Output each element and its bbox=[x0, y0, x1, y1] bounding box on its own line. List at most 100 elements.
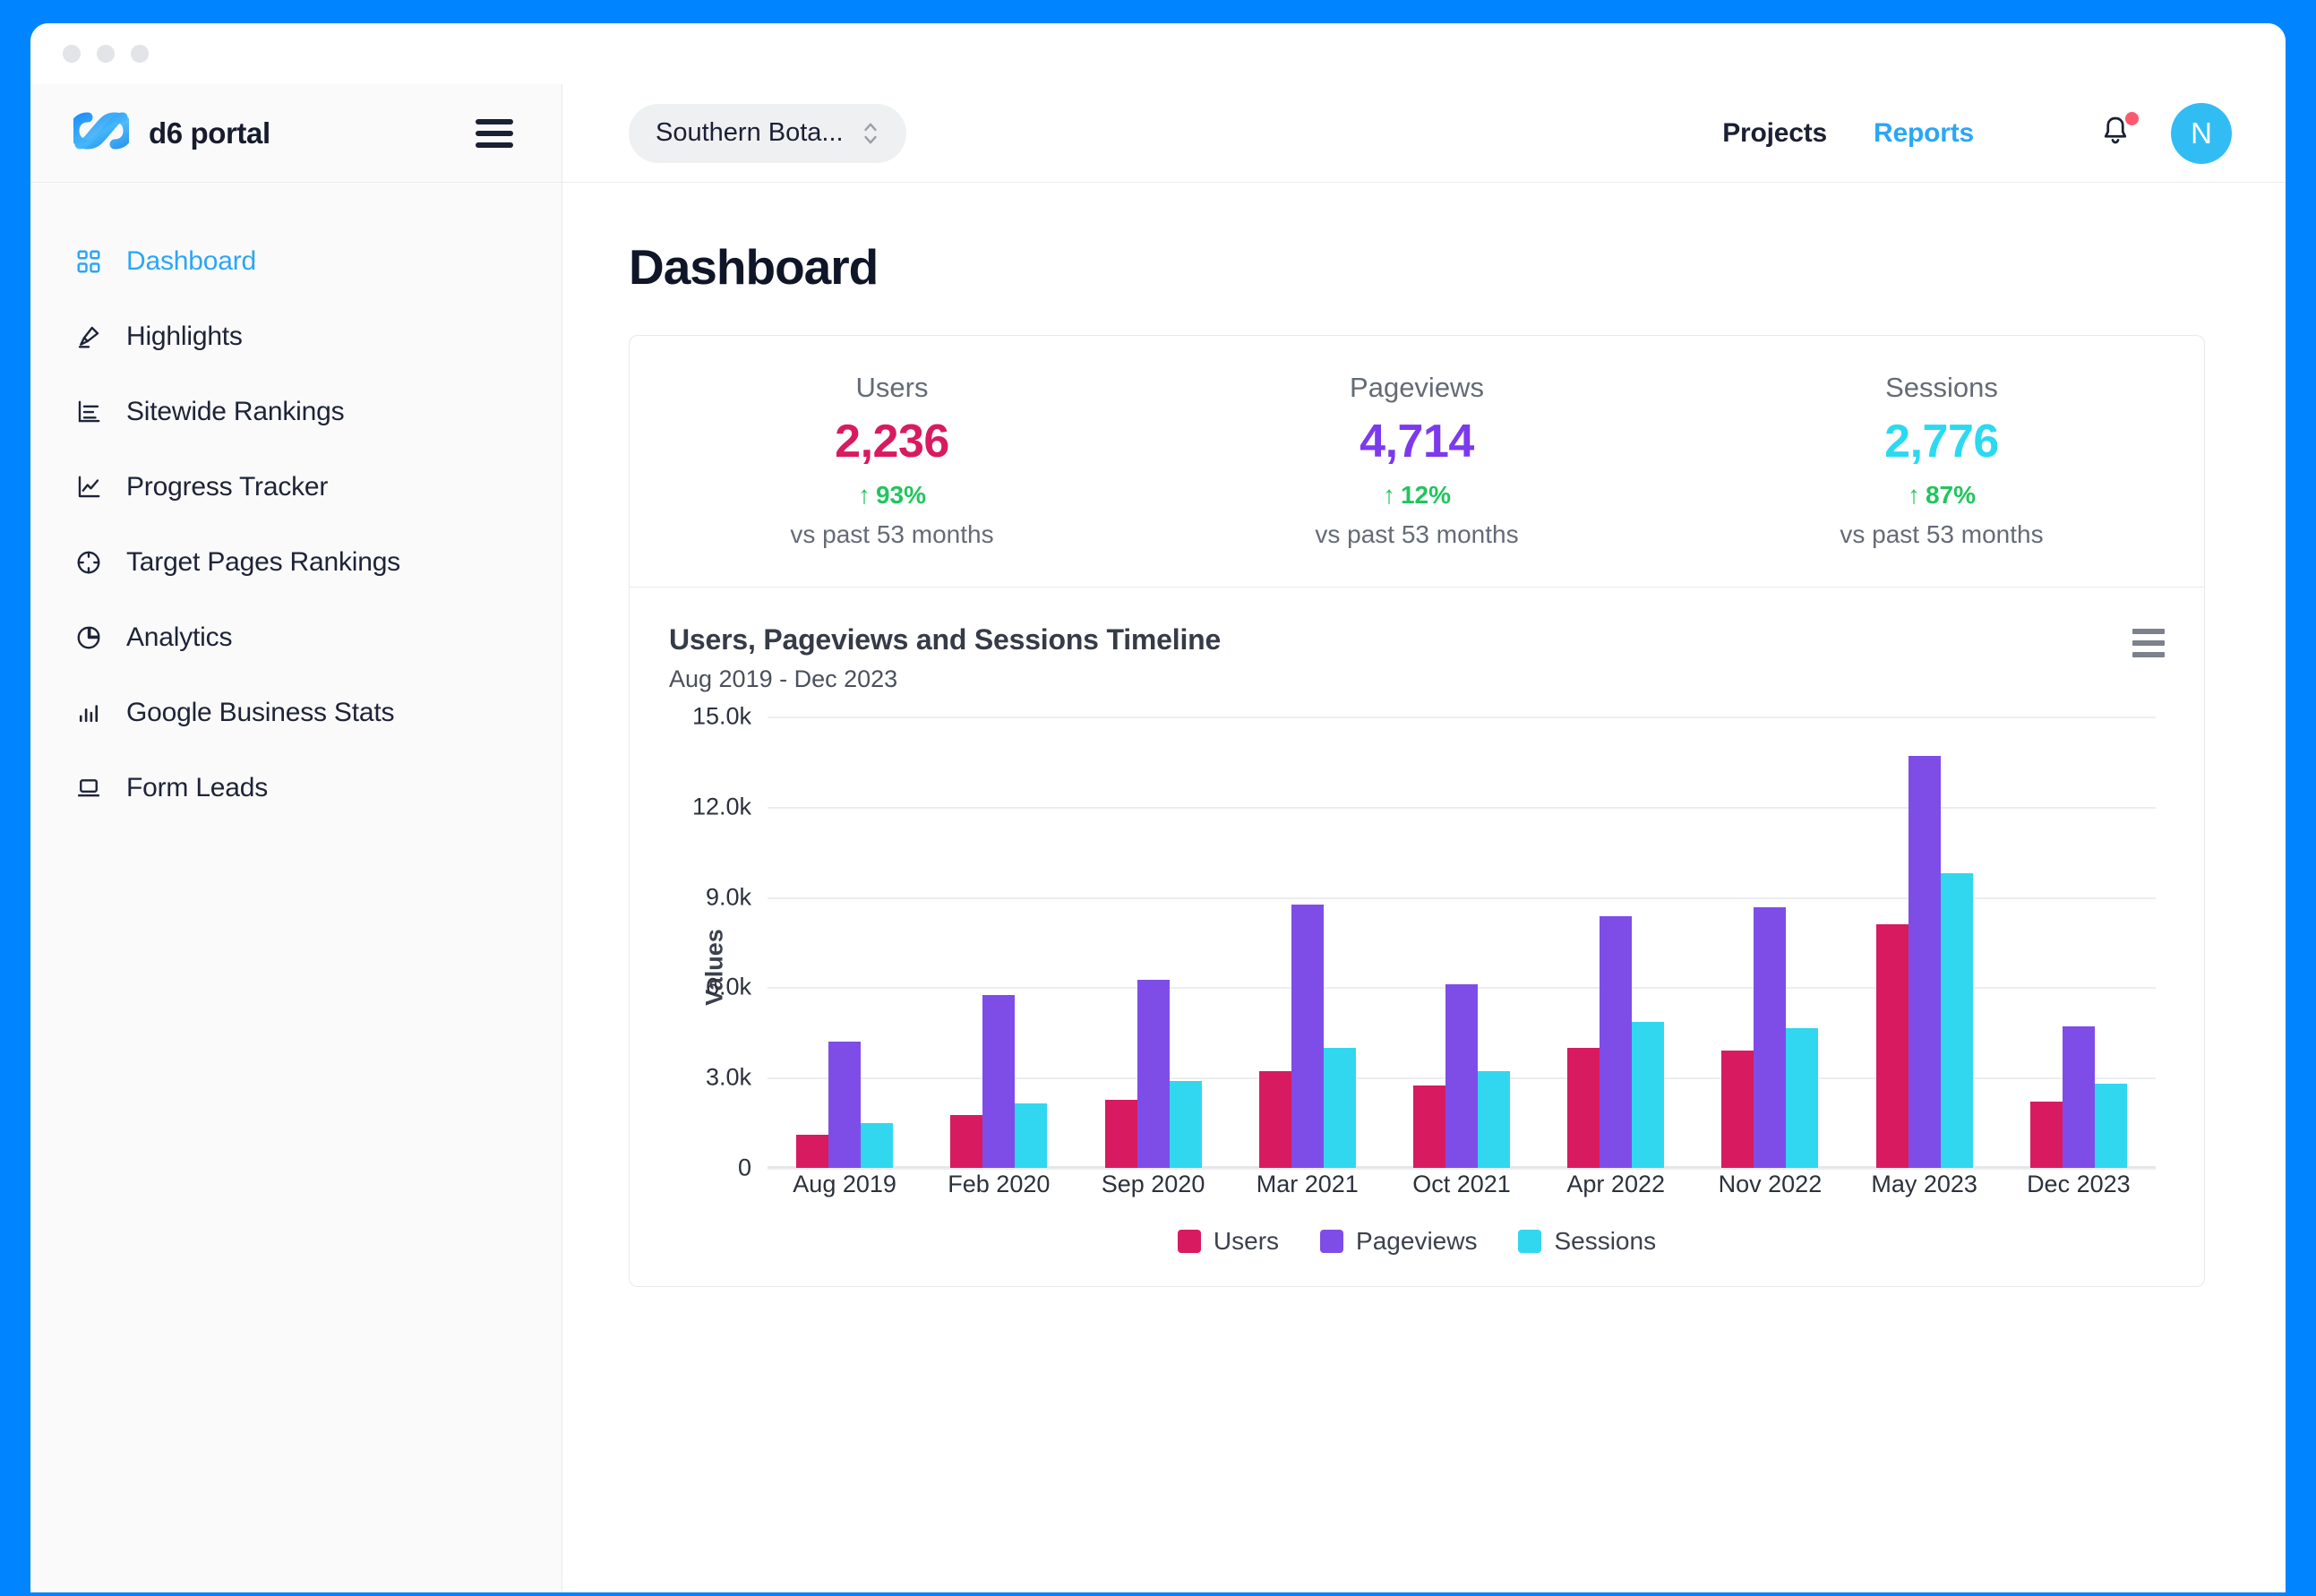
avatar[interactable]: N bbox=[2171, 102, 2232, 164]
bar-chart-icon bbox=[73, 698, 104, 728]
sidebar-item-progress-tracker[interactable]: Progress Tracker bbox=[30, 450, 562, 525]
chart-bar[interactable] bbox=[1412, 1085, 1445, 1168]
sidebar-nav: Dashboard Highlights Sitewide Rankings P… bbox=[30, 183, 562, 826]
chart-y-tick-label: 6.0k bbox=[705, 973, 751, 1000]
sidebar-item-label: Target Pages Rankings bbox=[126, 547, 400, 577]
chart-x-tick-label: Sep 2020 bbox=[1101, 1171, 1205, 1197]
sidebar-item-dashboard[interactable]: Dashboard bbox=[30, 224, 562, 299]
chart-header: Users, Pageviews and Sessions Timeline A… bbox=[669, 623, 2165, 693]
sidebar-item-label: Form Leads bbox=[126, 773, 269, 802]
sidebar-item-google-business-stats[interactable]: Google Business Stats bbox=[30, 675, 562, 751]
window-close-dot[interactable] bbox=[63, 45, 81, 63]
chart-bar[interactable] bbox=[1477, 1071, 1510, 1168]
chart-bar[interactable] bbox=[950, 1115, 983, 1168]
chart-bar[interactable] bbox=[1754, 907, 1787, 1168]
chart-legend-label: Sessions bbox=[1554, 1227, 1657, 1255]
sidebar-item-form-leads[interactable]: Form Leads bbox=[30, 751, 562, 826]
chart-legend-item[interactable]: Pageviews bbox=[1320, 1227, 1477, 1256]
chart-bar[interactable] bbox=[1875, 923, 1909, 1168]
chart-bar-group bbox=[1539, 716, 1693, 1168]
chart-bar[interactable] bbox=[796, 1135, 829, 1168]
hamburger-menu-icon[interactable] bbox=[476, 118, 513, 148]
chart-bar[interactable] bbox=[2094, 1083, 2127, 1168]
chart-bar[interactable] bbox=[1940, 872, 1973, 1168]
chart-bar[interactable] bbox=[1291, 905, 1324, 1168]
chart-x-tick-label: May 2023 bbox=[1871, 1171, 1977, 1197]
chart-bar[interactable] bbox=[1015, 1103, 1048, 1168]
window-maximize-dot[interactable] bbox=[131, 45, 149, 63]
highlighter-icon bbox=[73, 322, 104, 352]
top-nav-reports[interactable]: Reports bbox=[1874, 118, 1974, 149]
crosshair-icon bbox=[73, 547, 104, 578]
chart-x-tick-label: Apr 2022 bbox=[1566, 1171, 1665, 1197]
project-selector-value: Southern Bota... bbox=[656, 118, 844, 147]
chart-plot-area: Values 0 3.0k 6.0k 9.0k 12.0k 15.0k Aug 2019 F… bbox=[669, 703, 2165, 1218]
infinity-logo bbox=[69, 112, 133, 154]
top-bar-right: N bbox=[2099, 102, 2232, 164]
project-selector[interactable]: Southern Bota... bbox=[629, 103, 906, 163]
chart-legend-swatch bbox=[1518, 1230, 1542, 1253]
sidebar-item-label: Dashboard bbox=[126, 246, 256, 276]
chart-bar[interactable] bbox=[982, 994, 1016, 1168]
chart-subtitle: Aug 2019 - Dec 2023 bbox=[669, 665, 898, 692]
chart-bar[interactable] bbox=[1169, 1080, 1202, 1168]
bell-icon[interactable] bbox=[2099, 111, 2139, 153]
top-nav-projects[interactable]: Projects bbox=[1722, 118, 1827, 149]
chart-bar[interactable] bbox=[1104, 1100, 1137, 1168]
app-window: d6 portal Dashboard Highlights Sitewide … bbox=[30, 23, 2286, 1592]
chart-bar[interactable] bbox=[828, 1041, 862, 1168]
chart-menu-icon[interactable] bbox=[2132, 623, 2165, 657]
chart-bar[interactable] bbox=[1600, 916, 1633, 1168]
arrow-up-icon: ↑ bbox=[857, 481, 871, 509]
chart-bar-group bbox=[1693, 716, 1847, 1168]
brand[interactable]: d6 portal bbox=[69, 112, 476, 154]
sidebar-item-target-pages-rankings[interactable]: Target Pages Rankings bbox=[30, 525, 562, 600]
chart-bar[interactable] bbox=[1323, 1047, 1356, 1168]
chart-bar-group bbox=[768, 716, 922, 1168]
chart-bar[interactable] bbox=[1258, 1071, 1291, 1168]
chart-y-tick-label: 3.0k bbox=[705, 1063, 751, 1091]
kpi-delta: ↑ 87% bbox=[1679, 481, 2204, 510]
pie-chart-icon bbox=[73, 622, 104, 653]
chart-x-tick-label: Oct 2021 bbox=[1412, 1171, 1511, 1197]
chart-x-tick-label: Mar 2021 bbox=[1256, 1171, 1359, 1197]
sidebar-item-highlights[interactable]: Highlights bbox=[30, 299, 562, 374]
chart-x-tick-label: Aug 2019 bbox=[793, 1171, 896, 1197]
chart-bar-group bbox=[1848, 716, 2002, 1168]
kpi-sub: vs past 53 months bbox=[1840, 520, 2044, 548]
sidebar-item-analytics[interactable]: Analytics bbox=[30, 600, 562, 675]
sidebar-item-label: Sitewide Rankings bbox=[126, 397, 345, 426]
chevron-up-down-icon bbox=[862, 120, 879, 147]
chart-bar[interactable] bbox=[1721, 1050, 1754, 1168]
chart-gridline bbox=[768, 1168, 2156, 1170]
chart-bar-group bbox=[2002, 716, 2156, 1168]
chart-bar[interactable] bbox=[1786, 1027, 1819, 1168]
chart-legend-item[interactable]: Users bbox=[1177, 1227, 1279, 1256]
kpi-users: Users 2,236 ↑ 93% vs past 53 months bbox=[630, 372, 1154, 549]
chart-bar[interactable] bbox=[2029, 1102, 2063, 1168]
chart-bar[interactable] bbox=[1137, 980, 1170, 1168]
chart-x-tick-label: Feb 2020 bbox=[948, 1171, 1051, 1197]
window-minimize-dot[interactable] bbox=[97, 45, 115, 63]
kpi-value: 2,236 bbox=[835, 416, 949, 468]
chart-bar[interactable] bbox=[1632, 1022, 1665, 1168]
chart-y-tick-label: 12.0k bbox=[691, 793, 751, 820]
kpi-delta-value: 87% bbox=[1925, 481, 1977, 509]
chart-bar[interactable] bbox=[2062, 1026, 2095, 1168]
chart-y-tick-label: 9.0k bbox=[705, 883, 751, 911]
chart-legend-item[interactable]: Sessions bbox=[1518, 1227, 1656, 1256]
chart-bar[interactable] bbox=[1567, 1047, 1600, 1168]
kpi-delta: ↑ 93% bbox=[630, 481, 1154, 510]
chart-bar-group bbox=[922, 716, 1076, 1168]
top-bar: Southern Bota... Projects Reports N bbox=[562, 84, 2286, 183]
kpi-delta-value: 12% bbox=[1400, 481, 1452, 509]
sidebar-item-label: Highlights bbox=[126, 322, 243, 351]
chart-x-tick-label: Dec 2023 bbox=[2027, 1171, 2131, 1197]
chart-bar[interactable] bbox=[1445, 984, 1478, 1168]
chart-bar[interactable] bbox=[861, 1122, 894, 1168]
sidebar-brand-bar: d6 portal bbox=[30, 84, 562, 183]
sidebar-item-sitewide-rankings[interactable]: Sitewide Rankings bbox=[30, 374, 562, 450]
chart-bar-group bbox=[1076, 716, 1230, 1168]
chart-bar[interactable] bbox=[1908, 755, 1941, 1168]
bar-list-icon bbox=[73, 397, 104, 427]
